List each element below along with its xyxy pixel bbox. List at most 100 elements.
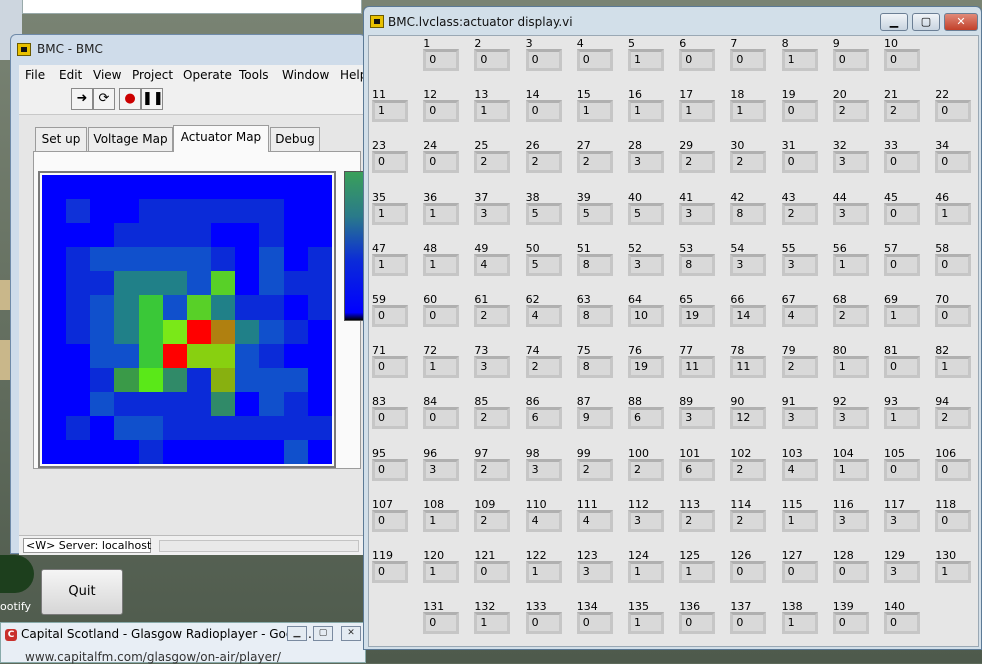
actuator-value[interactable]: 0 (372, 407, 408, 430)
actuator-value[interactable]: 2 (679, 509, 716, 532)
menu-window[interactable]: Window (282, 68, 329, 82)
actuator-value[interactable]: 0 (372, 561, 408, 583)
actuator-value[interactable]: 2 (525, 356, 562, 379)
pause-icon[interactable]: ❚❚ (141, 88, 164, 110)
actuator-value[interactable]: 8 (576, 356, 613, 379)
actuator-value[interactable]: 0 (423, 305, 460, 327)
actuator-value[interactable]: 1 (935, 356, 972, 379)
radio-url[interactable]: www.capitalfm.com/glasgow/on-air/player/ (25, 650, 281, 664)
actuator-value[interactable]: 0 (423, 407, 460, 430)
actuator-value[interactable]: 2 (576, 151, 613, 174)
tab-voltage-map[interactable]: Voltage Map (88, 127, 173, 151)
actuator-value[interactable]: 2 (474, 151, 511, 174)
actuator-value[interactable]: 3 (628, 151, 664, 174)
actuator-value[interactable]: 2 (474, 407, 511, 430)
tab-actuator-map[interactable]: Actuator Map (173, 125, 269, 152)
actuator-value[interactable]: 1 (474, 612, 511, 635)
actuator-value[interactable]: 1 (423, 509, 460, 532)
actuator-value[interactable]: 1 (832, 356, 869, 379)
actuator-value[interactable]: 1 (781, 49, 818, 71)
actuator-value[interactable]: 9 (576, 407, 613, 430)
actuator-value[interactable]: 19 (679, 305, 716, 327)
actuator-value[interactable]: 0 (576, 49, 613, 71)
actuator-value[interactable]: 2 (884, 100, 920, 123)
actuator-value[interactable]: 0 (884, 458, 920, 481)
actuator-value[interactable]: 12 (730, 407, 767, 430)
actuator-value[interactable]: 0 (781, 561, 818, 583)
actuator-value[interactable]: 1 (628, 100, 664, 123)
actuator-value[interactable]: 3 (474, 356, 511, 379)
actuator-value[interactable]: 3 (679, 202, 716, 225)
actuator-value[interactable]: 1 (935, 561, 972, 583)
actuator-value[interactable]: 1 (628, 561, 664, 583)
actuator-value[interactable]: 3 (781, 253, 818, 276)
menu-file[interactable]: File (25, 68, 45, 82)
actuator-value[interactable]: 5 (576, 202, 613, 225)
actuator-value[interactable]: 11 (679, 356, 716, 379)
minimize-button[interactable]: ▁ (287, 626, 307, 641)
actuator-value[interactable]: 4 (525, 509, 562, 532)
horizontal-scrollbar[interactable] (159, 540, 359, 552)
actuator-value[interactable]: 6 (525, 407, 562, 430)
actuator-value[interactable]: 3 (474, 202, 511, 225)
actuator-value[interactable]: 8 (576, 305, 613, 327)
actuator-value[interactable]: 1 (372, 202, 408, 225)
menu-tools[interactable]: Tools (239, 68, 269, 82)
actuator-value[interactable]: 1 (628, 612, 664, 635)
actuator-value[interactable]: 6 (679, 458, 716, 481)
actuator-value[interactable]: 3 (730, 253, 767, 276)
actuator-value[interactable]: 2 (474, 305, 511, 327)
actuator-value[interactable]: 0 (935, 100, 972, 123)
actuator-value[interactable]: 3 (832, 407, 869, 430)
actuator-value[interactable]: 0 (423, 151, 460, 174)
actuator-value[interactable]: 0 (884, 612, 920, 635)
actuator-value[interactable]: 3 (832, 202, 869, 225)
actuator-value[interactable]: 1 (679, 100, 716, 123)
actuator-value[interactable]: 0 (372, 458, 408, 481)
actuator-value[interactable]: 2 (730, 509, 767, 532)
actuator-value[interactable]: 0 (372, 305, 408, 327)
actuator-value[interactable]: 5 (525, 253, 562, 276)
actuator-value[interactable]: 2 (730, 458, 767, 481)
actuator-value[interactable]: 0 (884, 49, 920, 71)
actuator-value[interactable]: 3 (576, 561, 613, 583)
actuator-value[interactable]: 1 (884, 305, 920, 327)
actuator-value[interactable]: 19 (628, 356, 664, 379)
actuator-value[interactable]: 4 (781, 458, 818, 481)
actuator-value[interactable]: 2 (576, 458, 613, 481)
actuator-value[interactable]: 2 (474, 509, 511, 532)
actuator-value[interactable]: 11 (730, 356, 767, 379)
actuator-value[interactable]: 0 (730, 49, 767, 71)
actuator-value[interactable]: 14 (730, 305, 767, 327)
actuator-value[interactable]: 0 (884, 151, 920, 174)
maximize-button[interactable]: ▢ (313, 626, 333, 641)
actuator-value[interactable]: 2 (935, 407, 972, 430)
actuator-value[interactable]: 0 (679, 49, 716, 71)
actuator-value[interactable]: 0 (832, 561, 869, 583)
actuator-value[interactable]: 0 (781, 151, 818, 174)
actuator-value[interactable]: 2 (832, 305, 869, 327)
run-arrow-icon[interactable]: ➜ (71, 88, 93, 110)
actuator-value[interactable]: 0 (423, 612, 460, 635)
actuator-value[interactable]: 3 (884, 561, 920, 583)
actuator-value[interactable]: 4 (576, 509, 613, 532)
menu-operate[interactable]: Operate (183, 68, 232, 82)
menu-edit[interactable]: Edit (59, 68, 82, 82)
actuator-value[interactable]: 3 (781, 407, 818, 430)
menu-view[interactable]: View (93, 68, 121, 82)
actuator-value[interactable]: 1 (730, 100, 767, 123)
actuator-value[interactable]: 0 (576, 612, 613, 635)
actuator-value[interactable]: 0 (935, 305, 972, 327)
actuator-value[interactable]: 3 (832, 509, 869, 532)
actuator-value[interactable]: 8 (576, 253, 613, 276)
actuator-value[interactable]: 1 (525, 561, 562, 583)
actuator-value[interactable]: 1 (423, 561, 460, 583)
actuator-value[interactable]: 2 (628, 458, 664, 481)
actuator-value[interactable]: 3 (679, 407, 716, 430)
actuator-value[interactable]: 2 (730, 151, 767, 174)
actuator-value[interactable]: 1 (679, 561, 716, 583)
actuator-value[interactable]: 1 (423, 253, 460, 276)
actuator-value[interactable]: 2 (474, 458, 511, 481)
actuator-value[interactable]: 1 (832, 253, 869, 276)
close-button[interactable]: ✕ (341, 626, 361, 641)
